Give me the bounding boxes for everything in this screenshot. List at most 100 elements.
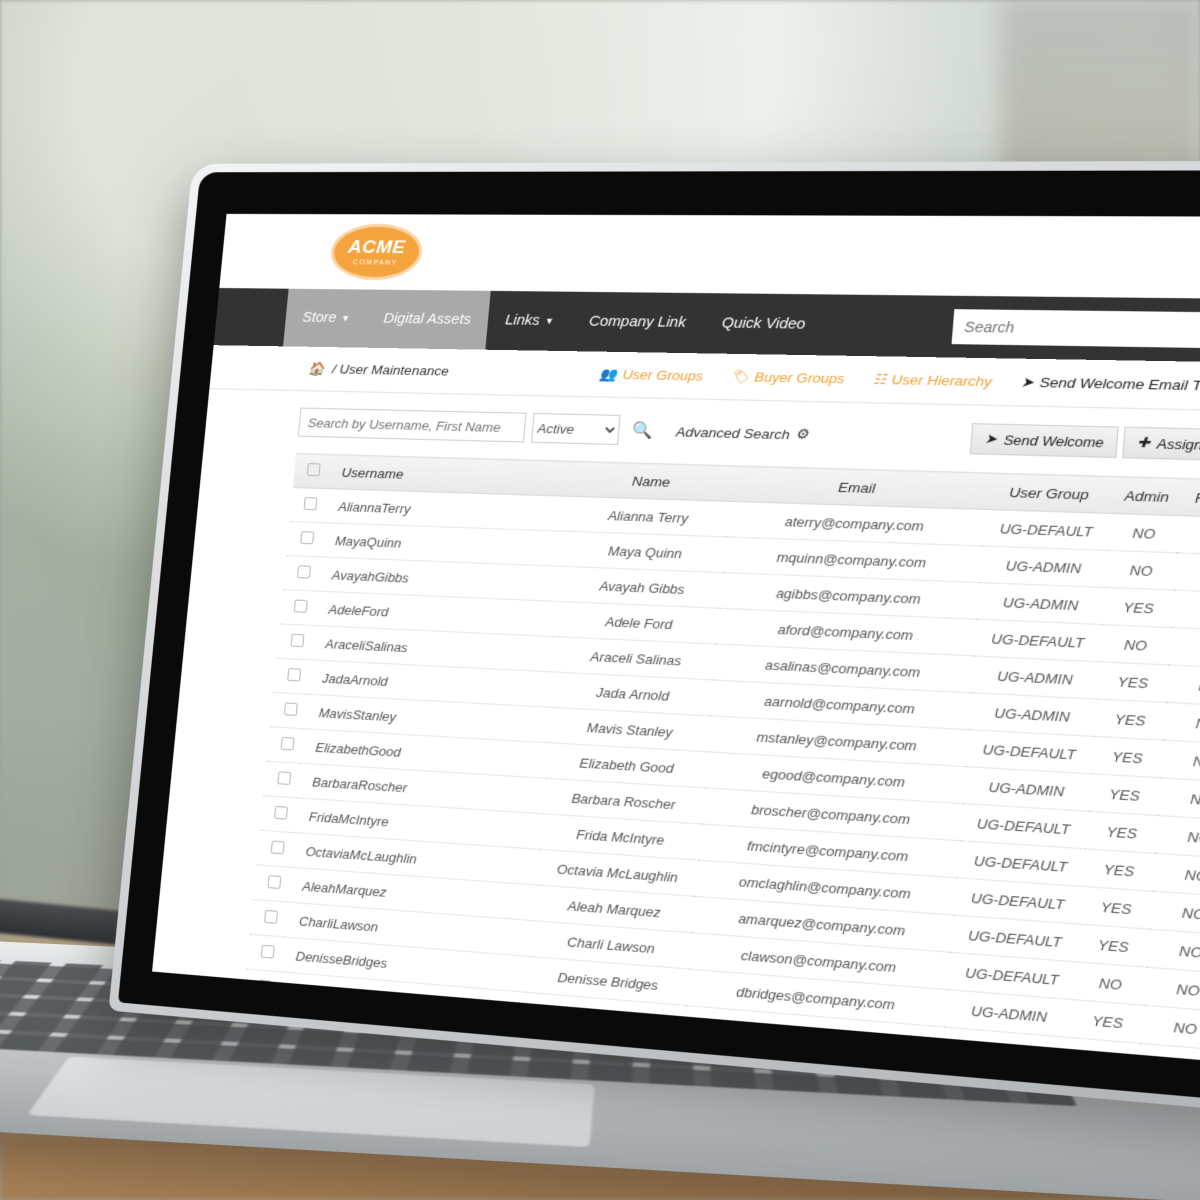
row-select-cell[interactable] bbox=[276, 623, 314, 660]
row-select-cell[interactable] bbox=[273, 658, 310, 695]
paper-plane-icon: ➤ bbox=[984, 430, 998, 447]
cell-admin: NO bbox=[1074, 961, 1147, 1006]
cell-restock: NO bbox=[1152, 853, 1200, 898]
nav-left-spacer bbox=[214, 288, 289, 346]
breadcrumb-separator: / bbox=[331, 361, 337, 376]
column-header-restock[interactable]: Restock bbox=[1180, 478, 1200, 519]
chevron-down-icon: ▼ bbox=[544, 316, 555, 327]
cell-admin: NO bbox=[1108, 513, 1181, 553]
row-checkbox[interactable] bbox=[260, 944, 275, 959]
row-checkbox[interactable] bbox=[299, 531, 314, 545]
gear-icon: ⚙ bbox=[794, 426, 810, 442]
select-all-header[interactable] bbox=[292, 453, 330, 489]
status-filter-select[interactable]: Active bbox=[531, 412, 621, 445]
cell-admin: NO bbox=[1105, 550, 1178, 591]
nav-item-links[interactable]: Links ▼ bbox=[485, 291, 574, 351]
users-table-container: Username Name Email User Group Admin Res… bbox=[152, 450, 1200, 1066]
row-select-cell[interactable] bbox=[269, 692, 307, 729]
nav-item-digital-assets[interactable]: Digital Assets bbox=[363, 289, 491, 350]
cell-admin: YES bbox=[1082, 848, 1156, 892]
breadcrumb: 🏠 / User Maintenance bbox=[307, 361, 450, 379]
cell-user-group: UG-DEFAULT bbox=[938, 1064, 1069, 1066]
nav-label: Company Link bbox=[588, 313, 687, 331]
row-select-cell[interactable] bbox=[279, 589, 317, 626]
nav-item-quick-video[interactable]: Quick Video bbox=[701, 293, 826, 355]
laptop-lid: ACME COMPANY ☎ Contact Us 👤 Al bbox=[108, 160, 1200, 1118]
select-all-checkbox[interactable] bbox=[306, 463, 321, 477]
advanced-search-link[interactable]: Advanced Search ⚙ bbox=[675, 423, 809, 442]
row-select-cell[interactable] bbox=[286, 521, 323, 557]
action-user-hierarchy[interactable]: ☷ User Hierarchy bbox=[872, 371, 992, 390]
row-select-cell[interactable] bbox=[289, 487, 327, 523]
row-checkbox[interactable] bbox=[273, 805, 288, 820]
nav-label: Store bbox=[301, 310, 338, 326]
row-select-cell[interactable] bbox=[243, 968, 281, 1007]
nav-item-company-link[interactable]: Company Link bbox=[569, 292, 707, 354]
acme-logo[interactable]: ACME COMPANY bbox=[328, 223, 425, 281]
action-label: User Hierarchy bbox=[891, 371, 993, 390]
row-checkbox[interactable] bbox=[270, 840, 285, 855]
cell-restock: NO bbox=[1160, 740, 1200, 783]
row-checkbox[interactable] bbox=[289, 633, 304, 648]
action-send-welcome-email-all[interactable]: ➤ Send Welcome Email To All Users bbox=[1020, 374, 1200, 396]
cell-admin: YES bbox=[1071, 999, 1145, 1044]
row-select-cell[interactable] bbox=[253, 864, 291, 903]
row-select-cell[interactable] bbox=[283, 555, 320, 592]
page-actions: 👥 User Groups 🏷 Buyer Groups ☷ User Hier bbox=[599, 366, 1200, 402]
assign-user-groups-button[interactable]: ✚ Assign User Groups bbox=[1122, 426, 1200, 464]
cell-admin: YES bbox=[1096, 661, 1170, 703]
column-header-name[interactable]: Name bbox=[571, 461, 732, 502]
table-body: AliannaTerry Alianna Terry aterry@company.… bbox=[236, 487, 1200, 1066]
cell-admin: YES bbox=[1077, 924, 1150, 968]
row-checkbox[interactable] bbox=[276, 771, 291, 785]
row-checkbox[interactable] bbox=[263, 909, 278, 924]
action-buyer-groups[interactable]: 🏷 Buyer Groups bbox=[730, 368, 845, 386]
paper-plane-icon: ➤ bbox=[1020, 373, 1035, 390]
cell-user-group: UG-ADMIN bbox=[970, 655, 1100, 700]
row-checkbox[interactable] bbox=[256, 979, 271, 994]
cell-name: Maya Quinn bbox=[565, 531, 726, 573]
row-checkbox[interactable] bbox=[293, 599, 308, 613]
users-table: Username Name Email User Group Admin Res… bbox=[236, 453, 1200, 1066]
action-label: User Groups bbox=[621, 366, 704, 384]
column-header-user-group[interactable]: User Group bbox=[985, 472, 1114, 514]
cell-admin: NO bbox=[1099, 624, 1172, 665]
home-icon[interactable]: 🏠 bbox=[308, 361, 326, 376]
cell-restock: NO bbox=[1138, 1043, 1200, 1066]
chevron-down-icon: ▼ bbox=[340, 313, 351, 324]
row-select-cell[interactable] bbox=[266, 726, 304, 764]
row-select-cell[interactable] bbox=[259, 795, 297, 833]
action-user-groups[interactable]: 👥 User Groups bbox=[599, 366, 704, 384]
cell-restock: NO bbox=[1169, 627, 1200, 669]
row-checkbox[interactable] bbox=[280, 736, 295, 751]
nav-item-store[interactable]: Store ▼ bbox=[283, 288, 370, 348]
logo-secondary-text: COMPANY bbox=[352, 258, 399, 267]
plus-icon: ✚ bbox=[1136, 434, 1151, 451]
row-checkbox[interactable] bbox=[303, 497, 318, 511]
cell-admin: YES bbox=[1102, 587, 1175, 628]
cell-restock: NO bbox=[1177, 515, 1200, 556]
row-checkbox[interactable] bbox=[266, 875, 281, 889]
screen-bezel: ACME COMPANY ☎ Contact Us 👤 Al bbox=[117, 170, 1200, 1107]
row-checkbox[interactable] bbox=[296, 565, 311, 579]
row-checkbox[interactable] bbox=[286, 668, 301, 682]
advanced-search-label: Advanced Search bbox=[675, 423, 791, 442]
send-welcome-button[interactable]: ➤ Send Welcome bbox=[969, 423, 1119, 459]
column-header-admin[interactable]: Admin bbox=[1110, 476, 1183, 516]
cell-restock: NO bbox=[1174, 552, 1200, 594]
button-label: Assign User Groups bbox=[1156, 435, 1200, 454]
magnifier-icon[interactable]: 🔍 bbox=[631, 420, 654, 441]
row-select-cell[interactable] bbox=[256, 830, 294, 868]
cell-restock: NO bbox=[1157, 777, 1200, 821]
cell-user-group: UG-DEFAULT bbox=[982, 509, 1111, 551]
bulk-action-buttons: ➤ Send Welcome ✚ Assign User Groups ✔ Ac… bbox=[969, 423, 1200, 474]
row-select-cell[interactable] bbox=[246, 934, 284, 972]
global-search-input[interactable] bbox=[951, 309, 1200, 349]
row-select-cell[interactable] bbox=[250, 899, 287, 937]
cell-admin: YES bbox=[1085, 811, 1158, 854]
user-search-input[interactable] bbox=[297, 407, 527, 443]
row-select-cell[interactable] bbox=[263, 761, 301, 798]
row-checkbox[interactable] bbox=[283, 702, 298, 716]
global-search: 🔍 bbox=[951, 296, 1200, 363]
cell-admin: YES bbox=[1068, 1037, 1142, 1066]
